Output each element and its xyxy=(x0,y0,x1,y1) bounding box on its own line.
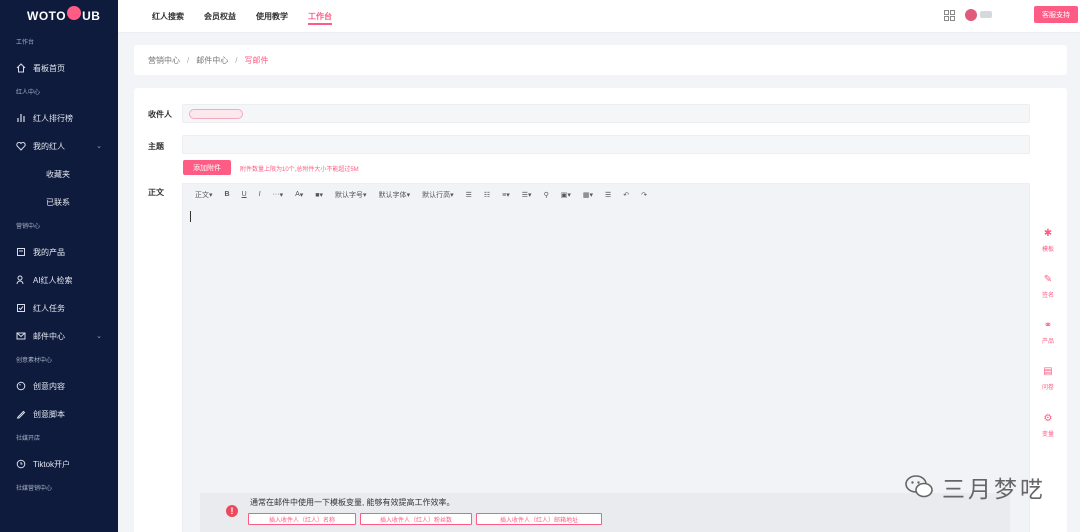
font-family-select[interactable]: 默认字体 ▾ xyxy=(379,190,411,200)
grid-icon[interactable] xyxy=(944,10,955,21)
sidebar-item-creative-script[interactable]: 创意脚本 xyxy=(0,400,118,428)
subject-field[interactable] xyxy=(182,135,1030,154)
underline-button[interactable]: U xyxy=(242,191,247,198)
add-attachment-button[interactable]: 添加附件 xyxy=(183,160,231,175)
task-check-icon xyxy=(16,303,26,313)
insert-recipient-name-button[interactable]: 插入收件人（红人）名称 xyxy=(248,513,356,525)
contact-support-button[interactable]: 客服支持 xyxy=(1034,6,1078,23)
bold-button[interactable]: B xyxy=(225,191,230,198)
edit-icon: ✎ xyxy=(1043,273,1053,285)
heart-icon xyxy=(16,141,26,151)
alert-icon: ! xyxy=(226,505,238,517)
indent-icon[interactable]: ☰▾ xyxy=(522,191,532,199)
clipboard-icon: ▤ xyxy=(1043,365,1053,377)
bar-chart-icon xyxy=(16,113,26,123)
mail-icon xyxy=(16,331,26,341)
product-tool[interactable]: ⚭ 产品 xyxy=(1035,318,1061,350)
sidebar-item-my-products[interactable]: 我的产品 xyxy=(0,238,118,266)
text-cursor xyxy=(190,211,191,222)
editor-toolbar: 正文 ▾ B U I ··· ▾ A ▾ ■▾ 默认字号 ▾ 默认字体 ▾ 默认行高 ▾ ☰… xyxy=(183,184,1029,205)
link-icon: ⚭ xyxy=(1043,319,1053,331)
insert-recipient-email-button[interactable]: 插入收件人（红人）邮箱地址 xyxy=(476,513,602,525)
section-influencer-center: 红人中心 xyxy=(16,90,41,96)
bullet-list-icon[interactable]: ☰ xyxy=(466,191,472,199)
template-variable-panel: ! 通常在邮件中使用一下模板变量, 能够有效提高工作效率。 插入收件人（红人）名… xyxy=(200,493,1010,532)
sidebar: WOTO UB 工作台 看板首页 红人中心 红人排行榜 我的红人 ⌄ 收藏夹 已联… xyxy=(0,0,118,532)
divider-icon[interactable]: ☰ xyxy=(605,191,611,199)
top-bar: 红人搜索 会员权益 使用教学 工作台 客服支持 xyxy=(118,0,1080,33)
recipient-tag[interactable] xyxy=(189,109,243,119)
template-tool[interactable]: ✱ 模板 xyxy=(1035,226,1061,258)
section-marketing-center: 营销中心 xyxy=(16,224,41,230)
subject-label: 主题 xyxy=(148,142,164,151)
sidebar-item-creative-content[interactable]: 创意内容 xyxy=(0,372,118,400)
breadcrumb-marketing-center[interactable]: 营销中心 xyxy=(148,55,180,66)
attachment-hint: 附件数量上限为10个,总附件大小不能超过5M xyxy=(240,167,359,173)
user-search-icon xyxy=(16,275,26,285)
breadcrumb-compose: 写邮件 xyxy=(244,55,269,65)
breadcrumb: 营销中心 / 邮件中心 / 写邮件 xyxy=(134,45,1067,75)
image-icon[interactable]: ▣▾ xyxy=(561,191,571,199)
sidebar-item-ranking[interactable]: 红人排行榜 xyxy=(0,104,118,132)
sidebar-item-dashboard[interactable]: 看板首页 xyxy=(0,54,118,82)
sidebar-item-tiktok[interactable]: Tiktok开户 xyxy=(0,450,118,478)
brand-logo[interactable]: WOTO UB xyxy=(0,0,118,32)
redo-icon[interactable]: ↷ xyxy=(641,191,647,199)
more-format-button[interactable]: ··· ▾ xyxy=(273,191,284,199)
watermark: 三月梦呓 xyxy=(904,470,1046,504)
align-icon[interactable]: ≡▾ xyxy=(502,191,510,199)
recipient-label: 收件人 xyxy=(148,110,172,119)
chevron-down-icon: ⌄ xyxy=(96,143,102,150)
section-workbench: 工作台 xyxy=(16,40,35,46)
paragraph-select[interactable]: 正文 ▾ xyxy=(195,190,213,200)
font-color-button[interactable]: A ▾ xyxy=(295,191,303,199)
logo-badge-icon xyxy=(67,6,82,20)
insert-recipient-followers-button[interactable]: 插入收件人（红人）粉丝数 xyxy=(360,513,472,525)
user-name-redacted[interactable] xyxy=(980,11,992,18)
sidebar-item-my-influencers[interactable]: 我的红人 ⌄ xyxy=(0,132,118,160)
product-icon xyxy=(16,247,26,257)
gear-icon: ⚙ xyxy=(1043,412,1053,424)
recipient-field[interactable] xyxy=(182,104,1030,123)
survey-tool[interactable]: ▤ 问卷 xyxy=(1035,364,1061,396)
section-social-marketing: 社媒营销中心 xyxy=(16,486,53,492)
tab-tutorial[interactable]: 使用教学 xyxy=(256,0,288,33)
compose-form: 收件人 主题 添加附件 附件数量上限为10个,总附件大小不能超过5M 正文 正文… xyxy=(134,88,1067,532)
variable-tip: 通常在邮件中使用一下模板变量, 能够有效提高工作效率。 xyxy=(250,498,455,507)
section-creative-center: 创意素材中心 xyxy=(16,358,53,364)
palette-icon xyxy=(16,381,26,391)
clock-icon xyxy=(16,459,26,469)
home-icon xyxy=(16,63,26,73)
variable-tool[interactable]: ⚙ 变量 xyxy=(1035,411,1061,443)
sidebar-item-mail-center[interactable]: 邮件中心 ⌄ xyxy=(0,322,118,350)
tab-influencer-search[interactable]: 红人搜索 xyxy=(152,0,184,33)
wechat-icon xyxy=(905,475,933,498)
rich-text-editor[interactable]: 正文 ▾ B U I ··· ▾ A ▾ ■▾ 默认字号 ▾ 默认字体 ▾ 默认行高 ▾ ☰… xyxy=(182,183,1030,532)
sidebar-item-contacted[interactable]: 已联系 xyxy=(0,188,118,216)
undo-icon[interactable]: ↶ xyxy=(623,191,629,199)
font-size-select[interactable]: 默认字号 ▾ xyxy=(335,190,367,200)
avatar[interactable] xyxy=(965,9,977,21)
pen-icon xyxy=(16,409,26,419)
link-icon[interactable]: ⚲ xyxy=(544,191,549,199)
sidebar-item-favorites[interactable]: 收藏夹 xyxy=(0,160,118,188)
chevron-down-icon: ⌄ xyxy=(96,333,102,340)
body-label: 正文 xyxy=(148,188,164,197)
template-icon: ✱ xyxy=(1043,227,1053,239)
signature-tool[interactable]: ✎ 签名 xyxy=(1035,272,1061,304)
tab-membership[interactable]: 会员权益 xyxy=(204,0,236,33)
sidebar-item-ai-search[interactable]: AI红人检索 xyxy=(0,266,118,294)
background-color-icon[interactable]: ■▾ xyxy=(315,191,323,199)
table-icon[interactable]: ▦▾ xyxy=(583,191,593,199)
breadcrumb-mail-center[interactable]: 邮件中心 xyxy=(196,55,228,66)
section-social-open: 社媒开店 xyxy=(16,436,41,442)
italic-button[interactable]: I xyxy=(259,191,261,198)
tab-workbench[interactable]: 工作台 xyxy=(308,0,332,33)
numbered-list-icon[interactable]: ☷ xyxy=(484,191,490,199)
line-height-select[interactable]: 默认行高 ▾ xyxy=(422,190,454,200)
sidebar-item-tasks[interactable]: 红人任务 xyxy=(0,294,118,322)
